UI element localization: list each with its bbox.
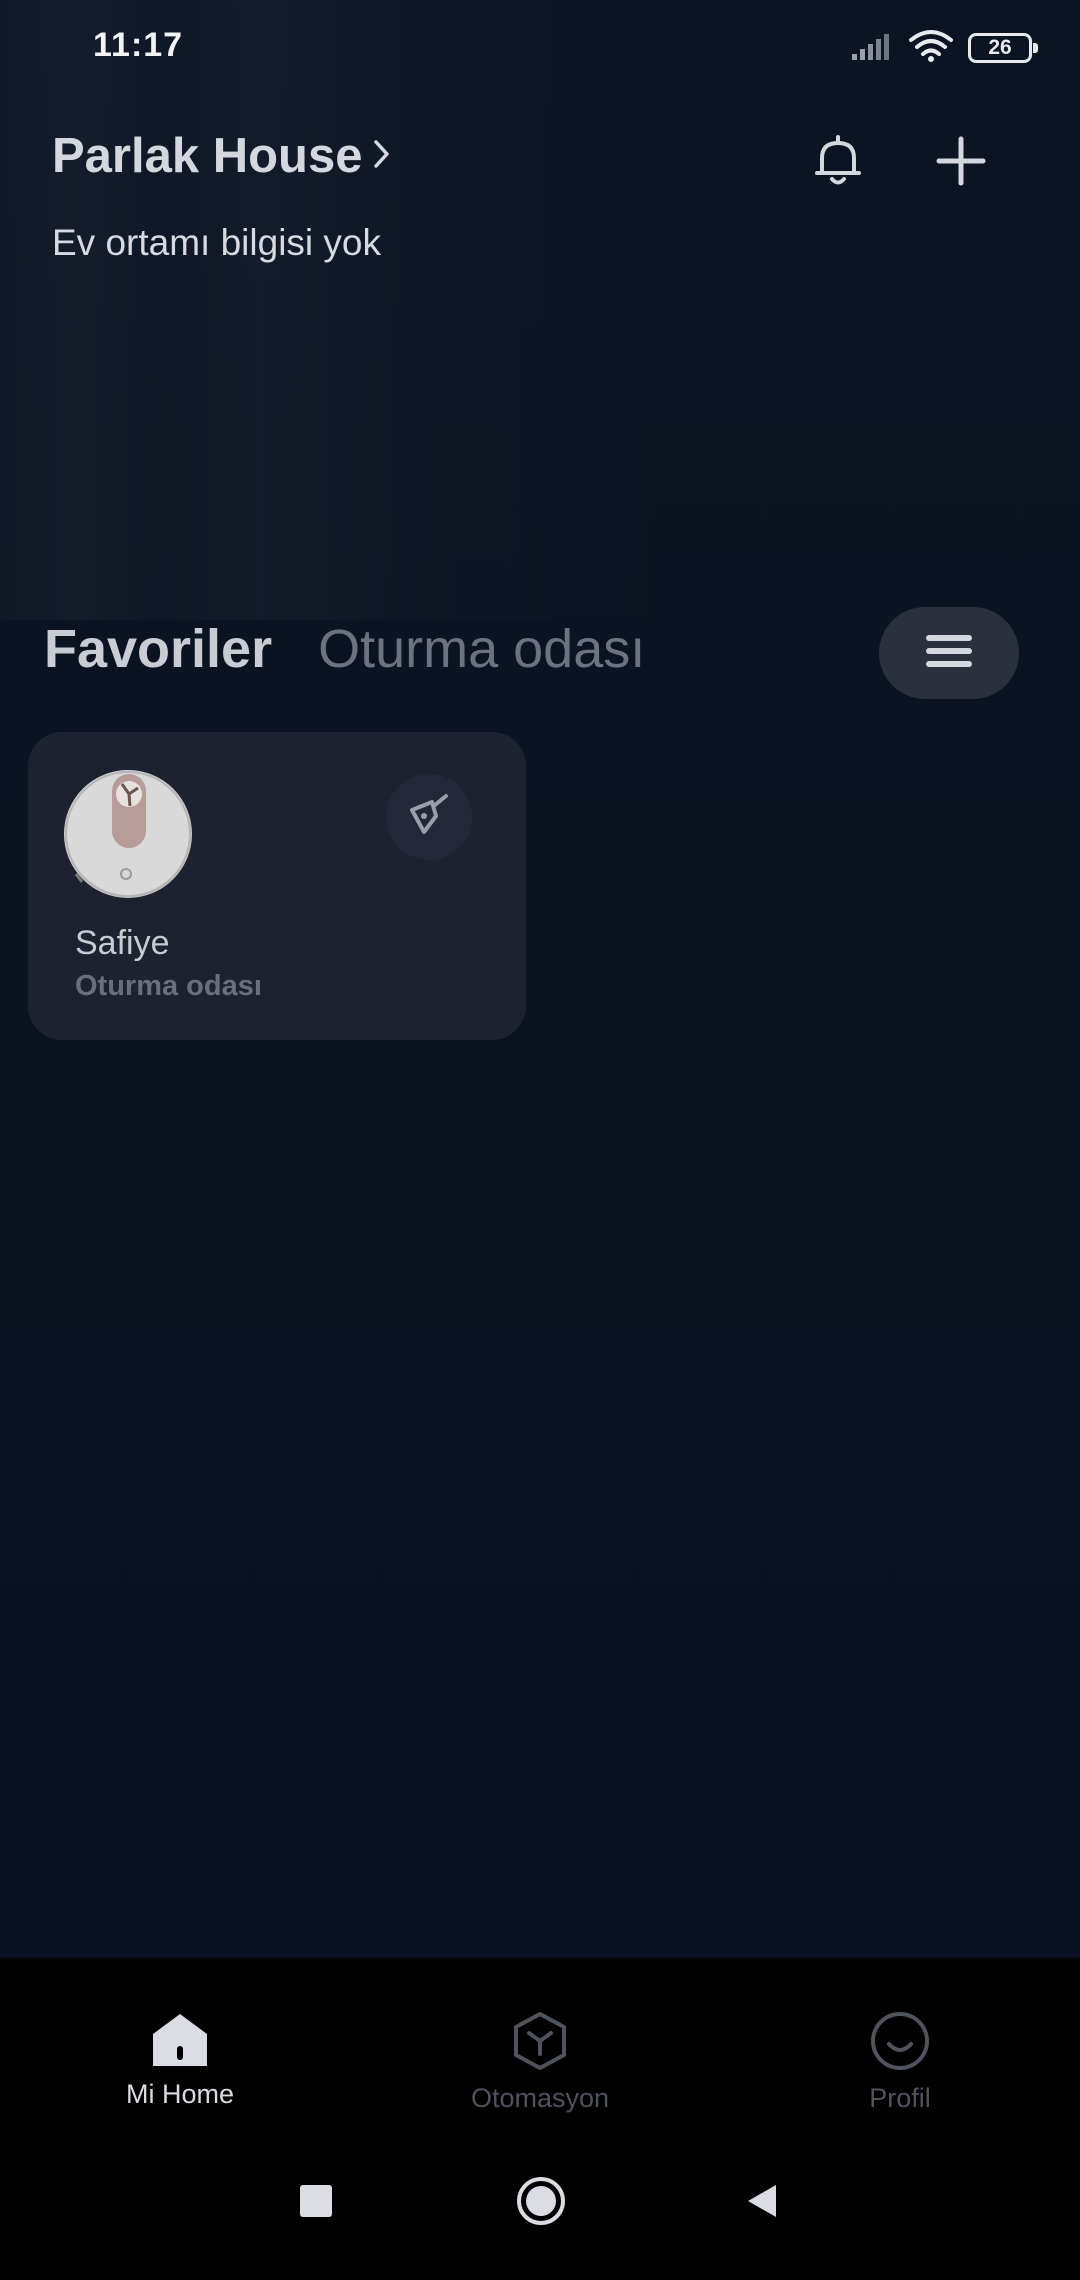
system-home-button[interactable]: [506, 2168, 576, 2238]
bell-icon: [812, 133, 864, 194]
cube-icon: [509, 2010, 571, 2077]
device-name: Safiye: [75, 924, 170, 962]
tab-favoriler[interactable]: Favoriler: [44, 618, 272, 680]
home-title: Parlak House: [52, 129, 363, 183]
room-tabs: Favoriler Oturma odası: [44, 618, 645, 680]
smile-icon: [869, 2010, 931, 2077]
nav-otomasyon[interactable]: Otomasyon: [410, 2010, 670, 2114]
nav-otomasyon-label: Otomasyon: [470, 2083, 610, 2113]
back-triangle-icon: [742, 2181, 782, 2226]
room-menu-button[interactable]: [879, 607, 1019, 699]
nav-mi-home-label: Mi Home: [125, 2079, 234, 2109]
home-icon: [149, 2010, 211, 2073]
system-navigation: [0, 2128, 1080, 2280]
home-environment-info: Ev ortamı bilgisi yok: [52, 222, 381, 263]
recents-square-icon: [298, 2183, 334, 2224]
battery-icon: 26: [968, 33, 1038, 63]
chevron-right-icon: [371, 134, 393, 179]
broom-icon: [402, 788, 456, 847]
device-card[interactable]: Safiye Oturma odası: [28, 732, 526, 1040]
hamburger-icon: [924, 631, 974, 676]
add-device-button[interactable]: [926, 128, 996, 198]
home-selector[interactable]: Parlak House: [52, 128, 393, 184]
nav-profil[interactable]: Profil: [770, 2010, 1030, 2114]
plus-icon: [935, 135, 987, 192]
status-icons: 26: [850, 26, 1038, 70]
bottom-navigation: Mi Home Otomasyon Profil: [0, 1958, 1080, 2128]
nav-profil-label: Profil: [869, 2083, 931, 2113]
recents-button[interactable]: [281, 2168, 351, 2238]
robot-vacuum-image: [64, 770, 192, 898]
status-time: 11:17: [93, 26, 184, 64]
nav-mi-home[interactable]: Mi Home: [50, 2010, 310, 2110]
back-button[interactable]: [727, 2168, 797, 2238]
notifications-button[interactable]: [803, 128, 873, 198]
battery-level: 26: [988, 36, 1012, 59]
clean-button[interactable]: [386, 774, 472, 860]
device-room: Oturma odası: [75, 970, 262, 1002]
tab-oturma-odasi[interactable]: Oturma odası: [318, 618, 645, 680]
signal-icon: [850, 30, 894, 67]
wifi-icon: [908, 28, 954, 69]
home-circle-icon: [515, 2175, 567, 2232]
status-bar: 11:17 26: [0, 0, 1080, 96]
